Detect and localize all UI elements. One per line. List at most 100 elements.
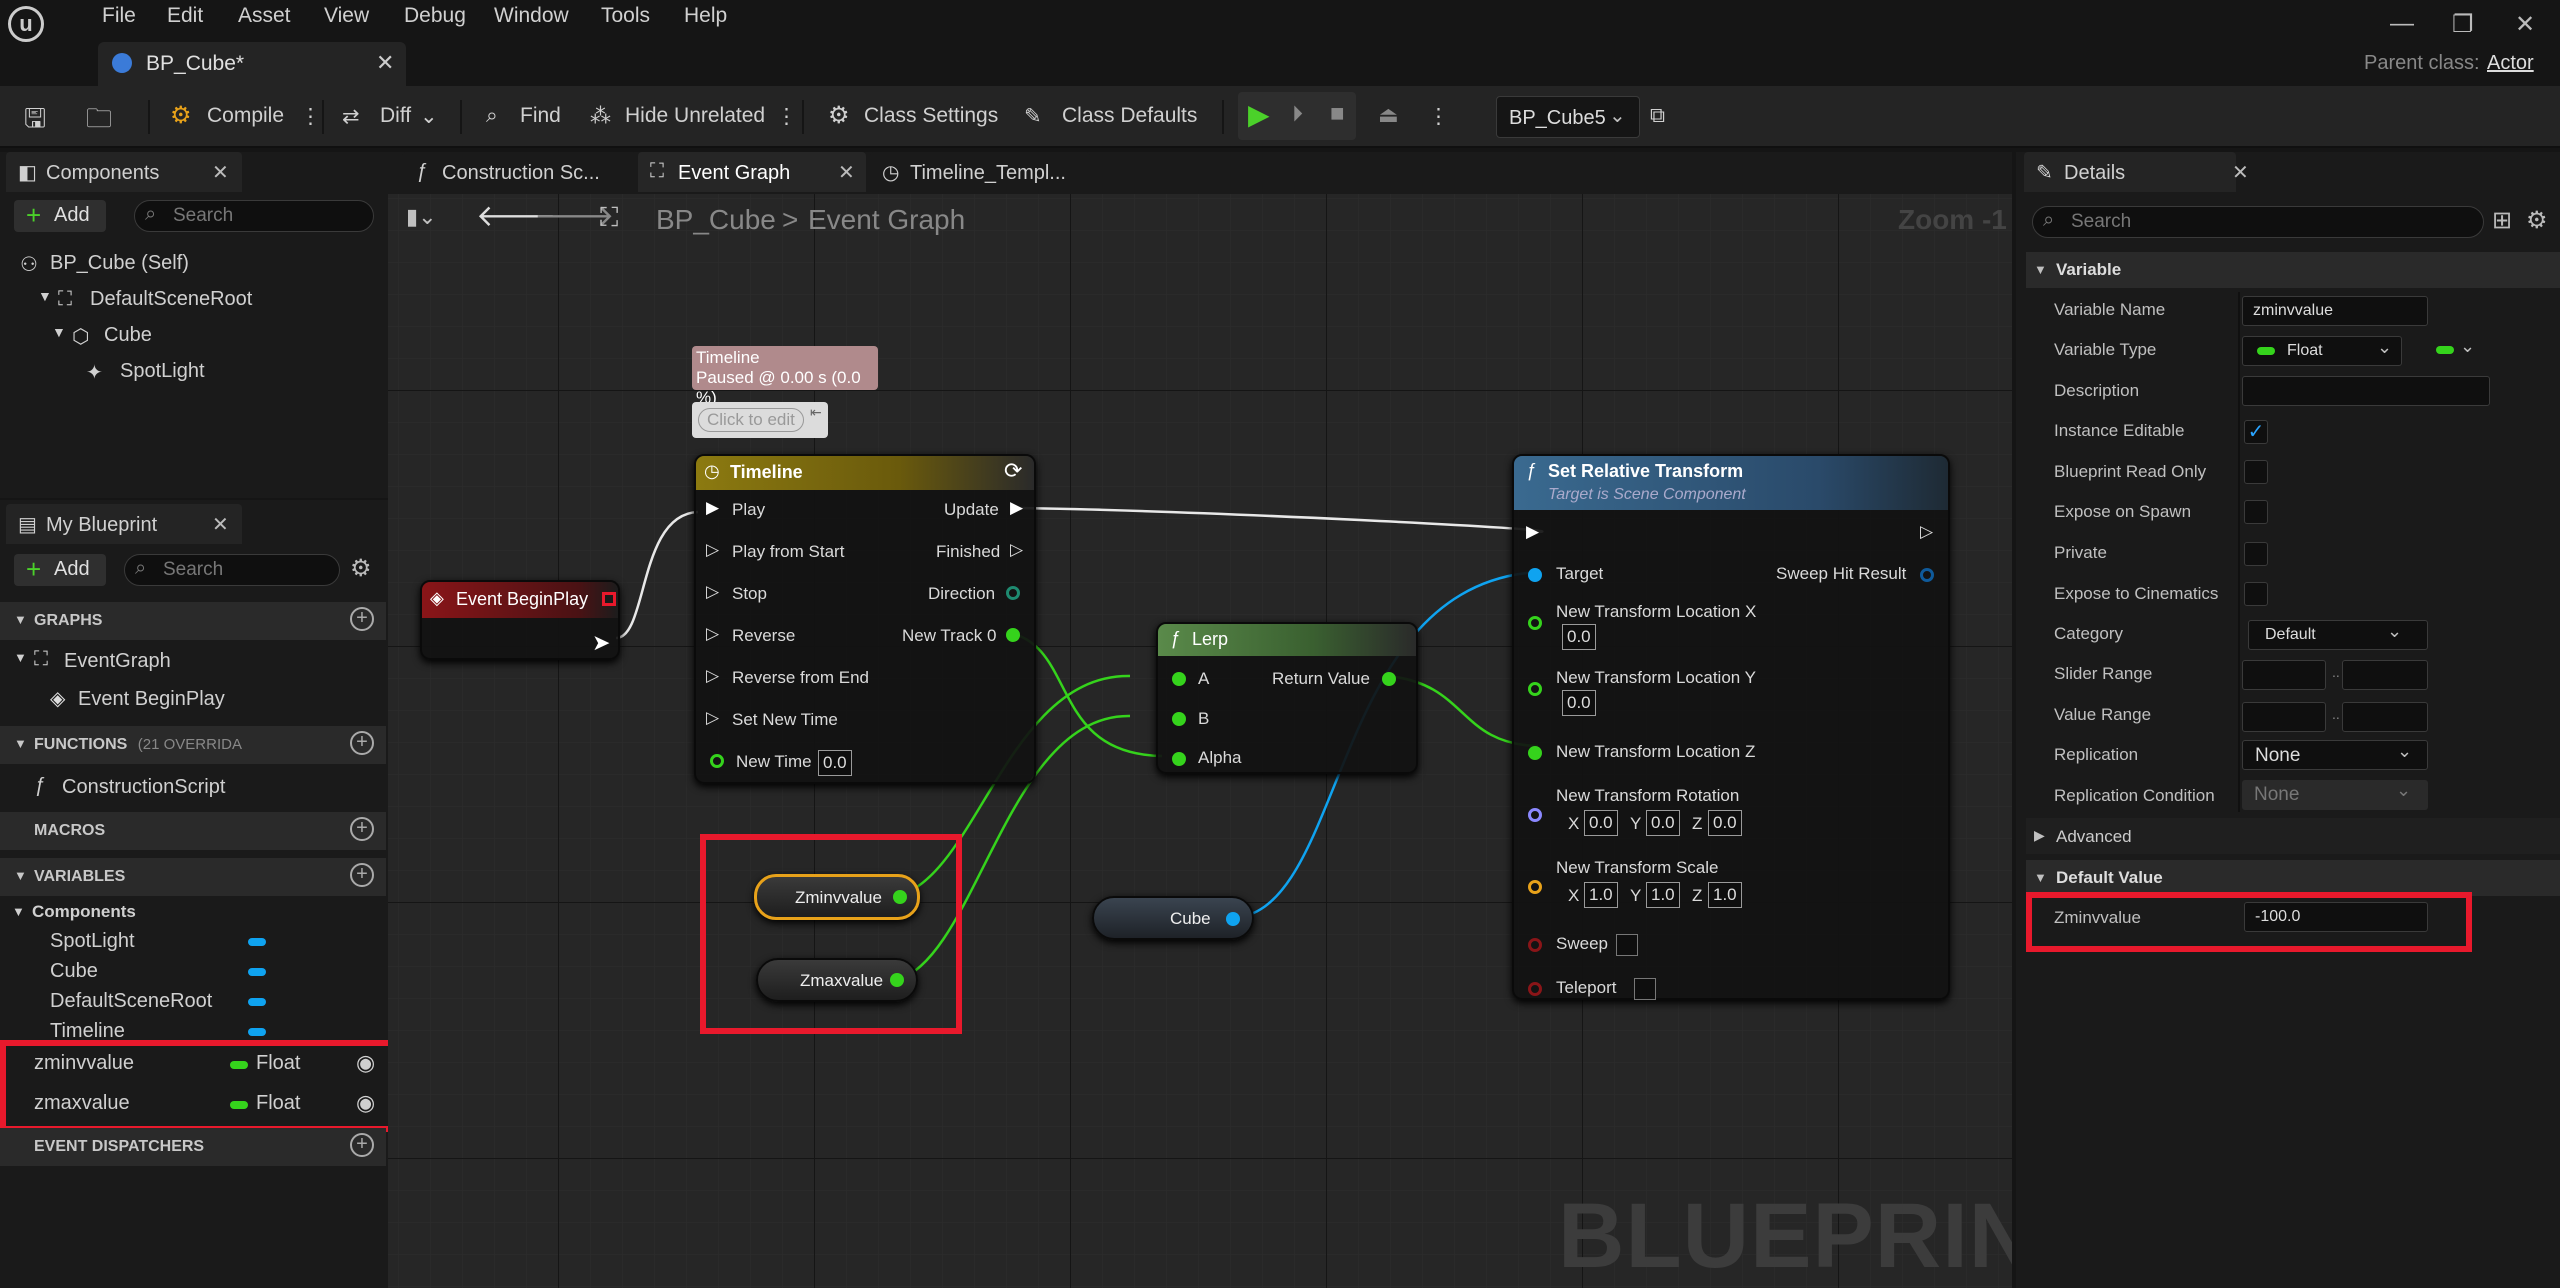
description-input[interactable] bbox=[2242, 376, 2490, 406]
default-value-section-header[interactable]: ▼ Default Value bbox=[2026, 860, 2560, 896]
hide-unrelated-button[interactable]: Hide Unrelated bbox=[625, 104, 765, 128]
loc-y-input[interactable]: 0.0 bbox=[1562, 690, 1596, 716]
container-type-select[interactable]: ⌄ bbox=[2436, 336, 2484, 366]
float-pin-alpha[interactable] bbox=[1172, 752, 1186, 766]
tree-item-cube[interactable]: Cube bbox=[104, 324, 152, 347]
step-icon[interactable]: ⏵ bbox=[1292, 101, 1303, 127]
blueprint-read-only-checkbox[interactable] bbox=[2244, 460, 2268, 484]
byte-pin-direction[interactable] bbox=[1006, 586, 1020, 600]
struct-pin-scale[interactable] bbox=[1528, 880, 1542, 894]
scale-z-input[interactable]: 1.0 bbox=[1708, 882, 1742, 908]
float-pin-a[interactable] bbox=[1172, 672, 1186, 686]
add-variable-icon[interactable]: + bbox=[350, 863, 374, 887]
expand-arrow-icon[interactable]: ▼ bbox=[38, 288, 52, 304]
menu-view[interactable]: View bbox=[324, 4, 369, 28]
float-pin-loc-y[interactable] bbox=[1528, 682, 1542, 696]
private-checkbox[interactable] bbox=[2244, 542, 2268, 566]
float-pin-new-track[interactable] bbox=[1006, 628, 1020, 642]
advanced-section-header[interactable]: ▶ Advanced bbox=[2026, 818, 2560, 854]
add-graph-icon[interactable]: + bbox=[350, 607, 374, 631]
save-icon[interactable]: 🖫 bbox=[24, 100, 46, 144]
slider-range-max-input[interactable] bbox=[2342, 660, 2428, 690]
tab-construction-script[interactable]: ƒ Construction Sc... bbox=[402, 152, 636, 192]
tab-event-graph[interactable]: ⛶ Event Graph ✕ bbox=[638, 152, 866, 192]
loc-x-input[interactable]: 0.0 bbox=[1562, 624, 1596, 650]
document-tab[interactable]: BP_Cube* ✕ bbox=[98, 42, 406, 86]
scale-y-input[interactable]: 1.0 bbox=[1646, 882, 1680, 908]
variable-item-defaultsceneroot[interactable]: DefaultSceneRoot bbox=[50, 990, 212, 1013]
exec-pin-icon[interactable]: ▷ bbox=[706, 624, 719, 644]
close-window-icon[interactable]: ✕ bbox=[2515, 10, 2535, 39]
rotation-x-input[interactable]: 0.0 bbox=[1584, 810, 1618, 836]
replication-select[interactable]: None ⌄ bbox=[2242, 740, 2428, 770]
find-button[interactable]: Find bbox=[520, 104, 561, 128]
tree-item-defaultsceneroot[interactable]: DefaultSceneRoot bbox=[90, 288, 252, 311]
expand-arrow-icon[interactable]: ▼ bbox=[52, 324, 66, 340]
debug-object-select[interactable]: BP_Cube5 ⌄ bbox=[1496, 96, 1640, 138]
function-item-constructionscript[interactable]: ConstructionScript bbox=[62, 776, 225, 799]
exec-out-pin[interactable]: ▷ bbox=[1010, 540, 1023, 560]
graph-item-event-beginplay[interactable]: Event BeginPlay bbox=[78, 688, 225, 711]
menu-help[interactable]: Help bbox=[684, 4, 727, 28]
close-tab-icon[interactable]: ✕ bbox=[212, 160, 229, 185]
variable-type-select[interactable]: Float ⌄ bbox=[2242, 336, 2402, 366]
slider-range-min-input[interactable] bbox=[2242, 660, 2326, 690]
new-time-input[interactable]: 0.0 bbox=[818, 750, 852, 776]
graph-item-eventgraph[interactable]: EventGraph bbox=[64, 650, 171, 673]
variable-name-input[interactable]: zminvvalue bbox=[2242, 296, 2428, 326]
struct-pin-hit[interactable] bbox=[1920, 568, 1934, 582]
exec-pin-icon[interactable]: ▷ bbox=[706, 666, 719, 686]
my-blueprint-tab[interactable]: ▤ My Blueprint ✕ bbox=[6, 504, 242, 544]
close-tab-icon[interactable]: ✕ bbox=[2232, 160, 2249, 185]
node-get-cube[interactable]: Cube bbox=[1092, 896, 1254, 940]
macros-section[interactable]: MACROS + bbox=[0, 812, 386, 850]
event-dispatchers-section[interactable]: EVENT DISPATCHERS + bbox=[0, 1128, 386, 1166]
play-options-icon[interactable]: ⋮ bbox=[1428, 104, 1449, 129]
add-function-icon[interactable]: + bbox=[350, 731, 374, 755]
pin-icon[interactable]: ⇤ bbox=[810, 404, 822, 421]
hide-unrelated-icon[interactable]: ⁂ bbox=[590, 104, 611, 129]
menu-file[interactable]: File bbox=[102, 4, 136, 28]
gear-icon[interactable]: ⚙ bbox=[350, 554, 372, 583]
play-icon[interactable]: ▶ bbox=[1248, 98, 1270, 131]
instance-editable-checkbox[interactable]: ✓ bbox=[2244, 420, 2268, 444]
float-pin-b[interactable] bbox=[1172, 712, 1186, 726]
exec-pin-icon[interactable]: ▶ bbox=[706, 498, 719, 518]
variable-section-header[interactable]: ▼ Variable bbox=[2026, 252, 2560, 288]
expose-to-cinematics-checkbox[interactable] bbox=[2244, 582, 2268, 606]
class-defaults-button[interactable]: Class Defaults bbox=[1062, 104, 1197, 128]
value-range-min-input[interactable] bbox=[2242, 702, 2326, 732]
click-to-edit-button[interactable]: Click to edit ⇤ bbox=[692, 402, 828, 438]
close-tab-icon[interactable]: ✕ bbox=[212, 512, 229, 537]
graphs-section[interactable]: ▼ GRAPHS + bbox=[0, 602, 386, 640]
exec-pin-icon[interactable]: ▷ bbox=[706, 582, 719, 602]
node-timeline[interactable]: ◷ Timeline ⟳ ▶ Play ▷ Play from Start ▷ … bbox=[694, 454, 1036, 784]
details-tab[interactable]: ✎ Details ✕ bbox=[2024, 152, 2249, 192]
exec-in-pin[interactable]: ▶ bbox=[1526, 522, 1539, 542]
stop-icon[interactable]: ■ bbox=[1330, 100, 1345, 128]
diff-icon[interactable]: ⇄ bbox=[342, 104, 360, 129]
compile-button[interactable]: Compile bbox=[207, 104, 284, 128]
exec-pin-icon[interactable]: ▷ bbox=[706, 708, 719, 728]
rotation-y-input[interactable]: 0.0 bbox=[1646, 810, 1680, 836]
variables-section[interactable]: ▼ VARIABLES + bbox=[0, 858, 386, 896]
chevron-down-icon[interactable]: ⌄ bbox=[420, 104, 438, 129]
add-member-button[interactable]: + Add bbox=[14, 554, 106, 586]
menu-tools[interactable]: Tools bbox=[601, 4, 650, 28]
object-pin-out[interactable] bbox=[1226, 912, 1240, 926]
rotation-z-input[interactable]: 0.0 bbox=[1708, 810, 1742, 836]
components-category[interactable]: Components bbox=[32, 902, 136, 922]
menu-edit[interactable]: Edit bbox=[167, 4, 203, 28]
value-range-max-input[interactable] bbox=[2342, 702, 2428, 732]
details-search-input[interactable]: ⌕ Search bbox=[2032, 206, 2484, 238]
compile-options-icon[interactable]: ⋮ bbox=[300, 104, 321, 129]
breadcrumb-root[interactable]: BP_Cube bbox=[656, 204, 776, 236]
exec-pin-icon[interactable]: ▷ bbox=[706, 540, 719, 560]
compile-icon[interactable]: ⚙ bbox=[170, 101, 192, 130]
node-event-beginplay[interactable]: ◈ Event BeginPlay ➤ bbox=[420, 580, 620, 660]
more-options-icon[interactable]: ⋮ bbox=[776, 104, 797, 129]
pencil-icon[interactable]: ✎ bbox=[1024, 104, 1042, 129]
gear-icon[interactable]: ⚙ bbox=[828, 101, 850, 130]
eject-icon[interactable]: ⏏ bbox=[1378, 102, 1399, 128]
object-pin-target[interactable] bbox=[1528, 568, 1542, 582]
